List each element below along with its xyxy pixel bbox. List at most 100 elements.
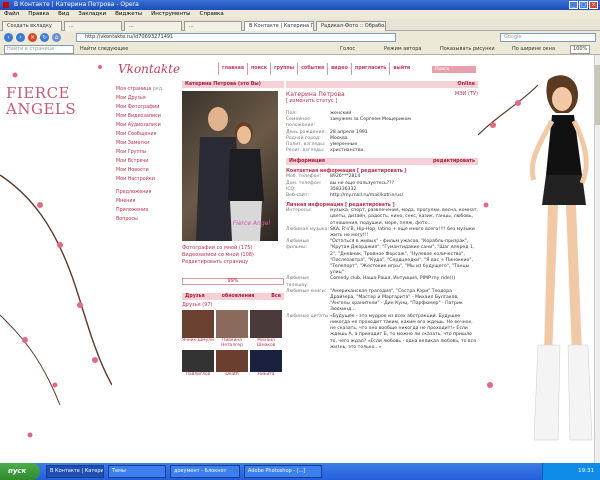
opera-icon (3, 2, 9, 8)
nav-events[interactable]: события (297, 63, 327, 75)
menu-messages[interactable]: Мои Сообщения (116, 130, 178, 139)
nav-groups[interactable]: группы (270, 63, 297, 75)
menu-help[interactable]: Справка (200, 10, 224, 19)
reload-button[interactable]: ↻ (40, 33, 49, 42)
online-status: Online (286, 81, 478, 88)
menu-opinions[interactable]: Мнения (116, 197, 178, 206)
friend-card[interactable]: Михаил Шмаков (250, 310, 282, 348)
menu-notes[interactable]: Мои Заметки (116, 139, 178, 148)
site-logo[interactable]: Vkontakte (118, 62, 180, 76)
minimize-button[interactable]: _ (569, 1, 578, 9)
friends-count-row: Друзья (97) (182, 302, 284, 308)
friend-card[interactable]: Ячник Шмули (182, 310, 214, 348)
friends-header-title[interactable]: Друзья (185, 293, 205, 300)
taskbar-item-themes[interactable]: Темы (108, 465, 166, 478)
find-input[interactable]: Найти в странице (4, 45, 74, 54)
photo-column: Катерина Петрова (это Вы) Fierce Angel Ф… (182, 81, 284, 377)
stop-button[interactable]: × (28, 33, 37, 42)
friend-card[interactable]: Death (216, 350, 248, 377)
personal-row: Любимые цитаты: «Будущее - это мудрое из … (286, 313, 476, 350)
window-title: В Контакте | Катерина Петрова - Opera (14, 1, 139, 8)
scrollbar-thumb[interactable] (595, 65, 600, 125)
friends-count[interactable]: Друзья (97) (182, 302, 213, 308)
address-input[interactable]: http://vkontakte.ru/id70693271491 (76, 33, 396, 42)
contact-fields: Моб. телефон: 8926***2814 Дом. телефон: вы… (286, 174, 478, 199)
menu-bookmarks[interactable]: Закладки (78, 10, 106, 19)
personal-row: Любимые фильмы: "Остаться в живых" - филь… (286, 239, 475, 276)
photo-people-silhouette (196, 107, 264, 241)
menu-tools[interactable]: Инструменты (151, 10, 190, 19)
info-edit-link[interactable]: редактировать (433, 158, 475, 165)
menu-videos[interactable]: Мои Видеозаписи (116, 112, 178, 121)
menu-audio[interactable]: Мои Аудиозаписи (116, 121, 178, 130)
home-button[interactable]: ⌂ (52, 33, 61, 42)
address-toolbar: ‹ › × ↻ ⌂ http://vkontakte.ru/id70693271… (0, 31, 600, 44)
taskbar-item-opera[interactable]: В Контакте | Катери... (46, 465, 104, 478)
forward-button[interactable]: › (16, 33, 25, 42)
taskbar-item-notepad[interactable]: документ - Блокнот (170, 465, 240, 478)
menu-file[interactable]: Файл (4, 10, 19, 19)
fit-width-button[interactable]: По ширине окна (512, 44, 555, 55)
menu-edit[interactable]: Правка (28, 10, 49, 19)
tab-4[interactable]: ... (184, 21, 242, 31)
photos-with-me-link[interactable]: Фотографии со мной (175) (182, 245, 284, 252)
change-status-link[interactable]: [ изменить статус ] (286, 98, 478, 105)
vkontakte-page: Vkontakte главная поиск группы события в… (112, 55, 478, 463)
videos-with-me-link[interactable]: Видеозаписи со мной (108) (182, 252, 284, 259)
taskbar-item-photoshop[interactable]: Adobe Photoshop - [...] (244, 465, 322, 478)
menu-settings[interactable]: Мои Настройки (116, 175, 178, 184)
zoom-select[interactable]: 100% (570, 45, 591, 54)
menu-photos[interactable]: Мои Фотографии (116, 103, 178, 112)
start-button[interactable]: пуск (0, 463, 40, 480)
find-next-button[interactable]: Найти следующее (80, 44, 128, 55)
nav-logout[interactable]: выйти (389, 63, 413, 75)
photo-header: Катерина Петрова (это Вы) (182, 81, 284, 88)
angel-figure-illustration (477, 75, 593, 441)
menu-news[interactable]: Мои Новости (116, 166, 178, 175)
friends-all-link[interactable]: Все (271, 293, 281, 300)
menu-apps[interactable]: Приложения (116, 206, 178, 215)
site-search-input[interactable]: Поиск (432, 66, 476, 73)
nav-search[interactable]: поиск (246, 63, 270, 75)
personal-row: Интересы: музыка, спорт, развлечения, мод… (286, 208, 478, 226)
taskbar: пуск В Контакте | Катери... Темы докумен… (0, 463, 600, 480)
top-nav: главная поиск группы события видео пригл… (218, 63, 413, 75)
menu-view[interactable]: Вид (58, 10, 69, 19)
menu-questions[interactable]: Вопросы (116, 215, 178, 224)
back-button[interactable]: ‹ (4, 33, 13, 42)
tab-vkontakte[interactable]: В Контакте | Катерина П... (244, 21, 314, 31)
show-images-button[interactable]: Показывать рисунки (440, 44, 495, 55)
menu-groups[interactable]: Мои Группы (116, 148, 178, 157)
author-mode-button[interactable]: Режим автора (384, 44, 421, 55)
friend-card[interactable]: Пивкина Неталгер (216, 310, 248, 348)
profile-education[interactable]: МЭИ (ТУ) (455, 91, 478, 98)
page-scrollbar[interactable] (594, 55, 600, 463)
nav-home[interactable]: главная (218, 63, 247, 75)
menu-my-page[interactable]: Моя страница ред. (116, 85, 178, 94)
tab-new[interactable]: Создать вкладку (2, 21, 62, 31)
friends-updates-link[interactable]: обновления (222, 293, 255, 300)
search-input[interactable]: Google (500, 33, 596, 42)
nav-video[interactable]: видео (327, 63, 351, 75)
voice-button[interactable]: Голос (340, 44, 355, 55)
menu-widgets[interactable]: Виджеты (115, 10, 142, 19)
menu-meetings[interactable]: Мои Встречи (116, 157, 178, 166)
window-title-bar: В Контакте | Катерина Петрова - Opera _ … (0, 0, 600, 10)
page-viewport: FIERCE ANGELS Vkontakte главная поиск гру… (0, 55, 600, 463)
menu-friends[interactable]: Мои Друзья (116, 94, 178, 103)
tab-bar: Создать вкладку ... ... ... В Контакте |… (0, 19, 600, 31)
friend-card[interactable]: Павлиглов (182, 350, 214, 377)
maximize-button[interactable]: □ (579, 1, 588, 9)
tab-3[interactable]: ... (124, 21, 182, 31)
fierce-angels-logo: FIERCE ANGELS (6, 84, 77, 118)
friends-header: Друзья обновления Все (182, 293, 284, 300)
personal-row: Любимые телешоу: Comedy club, Наша Раша, … (286, 276, 456, 288)
edit-page-link[interactable]: Редактировать страницу (182, 259, 284, 266)
tab-radikal[interactable]: Радикал-Фото :: Обрабо... (316, 21, 386, 31)
tab-2[interactable]: ... (64, 21, 122, 31)
nav-invite[interactable]: пригласить (350, 63, 389, 75)
menu-offers[interactable]: Предложения (116, 188, 178, 197)
friend-card[interactable]: Никита (250, 350, 282, 377)
close-button[interactable]: × (589, 1, 598, 9)
profile-photo[interactable]: Fierce Angel (182, 91, 278, 241)
